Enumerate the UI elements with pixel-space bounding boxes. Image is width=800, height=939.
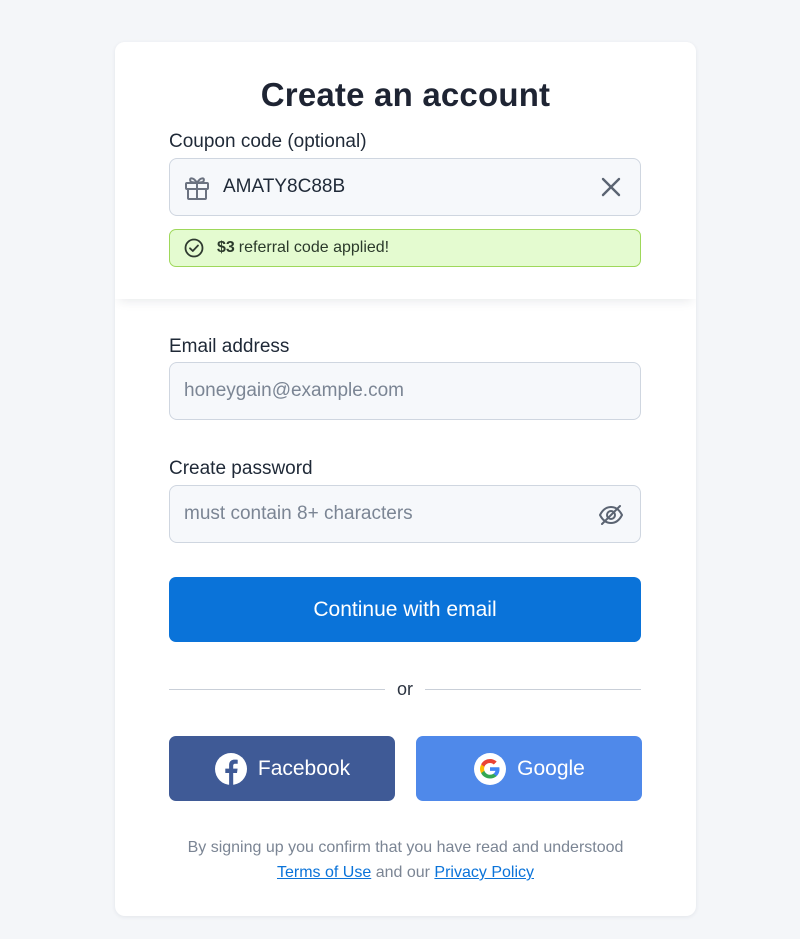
coupon-label: Coupon code (optional) xyxy=(169,131,367,152)
google-button[interactable]: Google xyxy=(416,736,642,801)
divider-right xyxy=(425,689,641,690)
coupon-success-message: referral code applied! xyxy=(238,239,390,256)
legal-notice: By signing up you confirm that you have … xyxy=(115,835,696,885)
coupon-field[interactable]: AMATY8C88B xyxy=(169,158,641,216)
password-field[interactable]: must contain 8+ characters xyxy=(169,485,641,543)
google-icon xyxy=(474,752,507,785)
email-input[interactable]: honeygain@example.com xyxy=(184,380,404,402)
close-icon[interactable] xyxy=(600,176,622,198)
terms-of-use-link[interactable]: Terms of Use xyxy=(277,864,371,881)
email-field[interactable]: honeygain@example.com xyxy=(169,362,641,420)
page-title: Create an account xyxy=(260,76,551,113)
coupon-amount: $3 xyxy=(217,239,235,256)
gift-icon xyxy=(185,177,209,200)
coupon-input[interactable]: AMATY8C88B xyxy=(223,176,345,198)
privacy-policy-link[interactable]: Privacy Policy xyxy=(434,864,534,881)
legal-connector: and our xyxy=(375,864,430,881)
divider-text: or xyxy=(396,679,413,699)
check-circle-icon xyxy=(184,238,204,258)
continue-with-email-button[interactable]: Continue with email xyxy=(169,577,641,642)
password-label: Create password xyxy=(169,458,313,479)
legal-text: By signing up you confirm that you have … xyxy=(187,839,624,856)
password-input[interactable]: must contain 8+ characters xyxy=(184,503,413,525)
divider-left xyxy=(169,689,385,690)
google-button-label: Google xyxy=(517,756,585,780)
facebook-icon xyxy=(214,752,247,785)
facebook-button-label: Facebook xyxy=(257,756,351,780)
signup-card: Create an account Coupon code (optional)… xyxy=(115,42,696,916)
email-label: Email address xyxy=(169,336,290,357)
coupon-section: Create an account Coupon code (optional)… xyxy=(115,42,696,299)
coupon-success-banner: $3 referral code applied! xyxy=(169,229,641,267)
facebook-button[interactable]: Facebook xyxy=(169,736,395,801)
eye-slash-icon[interactable] xyxy=(598,502,624,528)
